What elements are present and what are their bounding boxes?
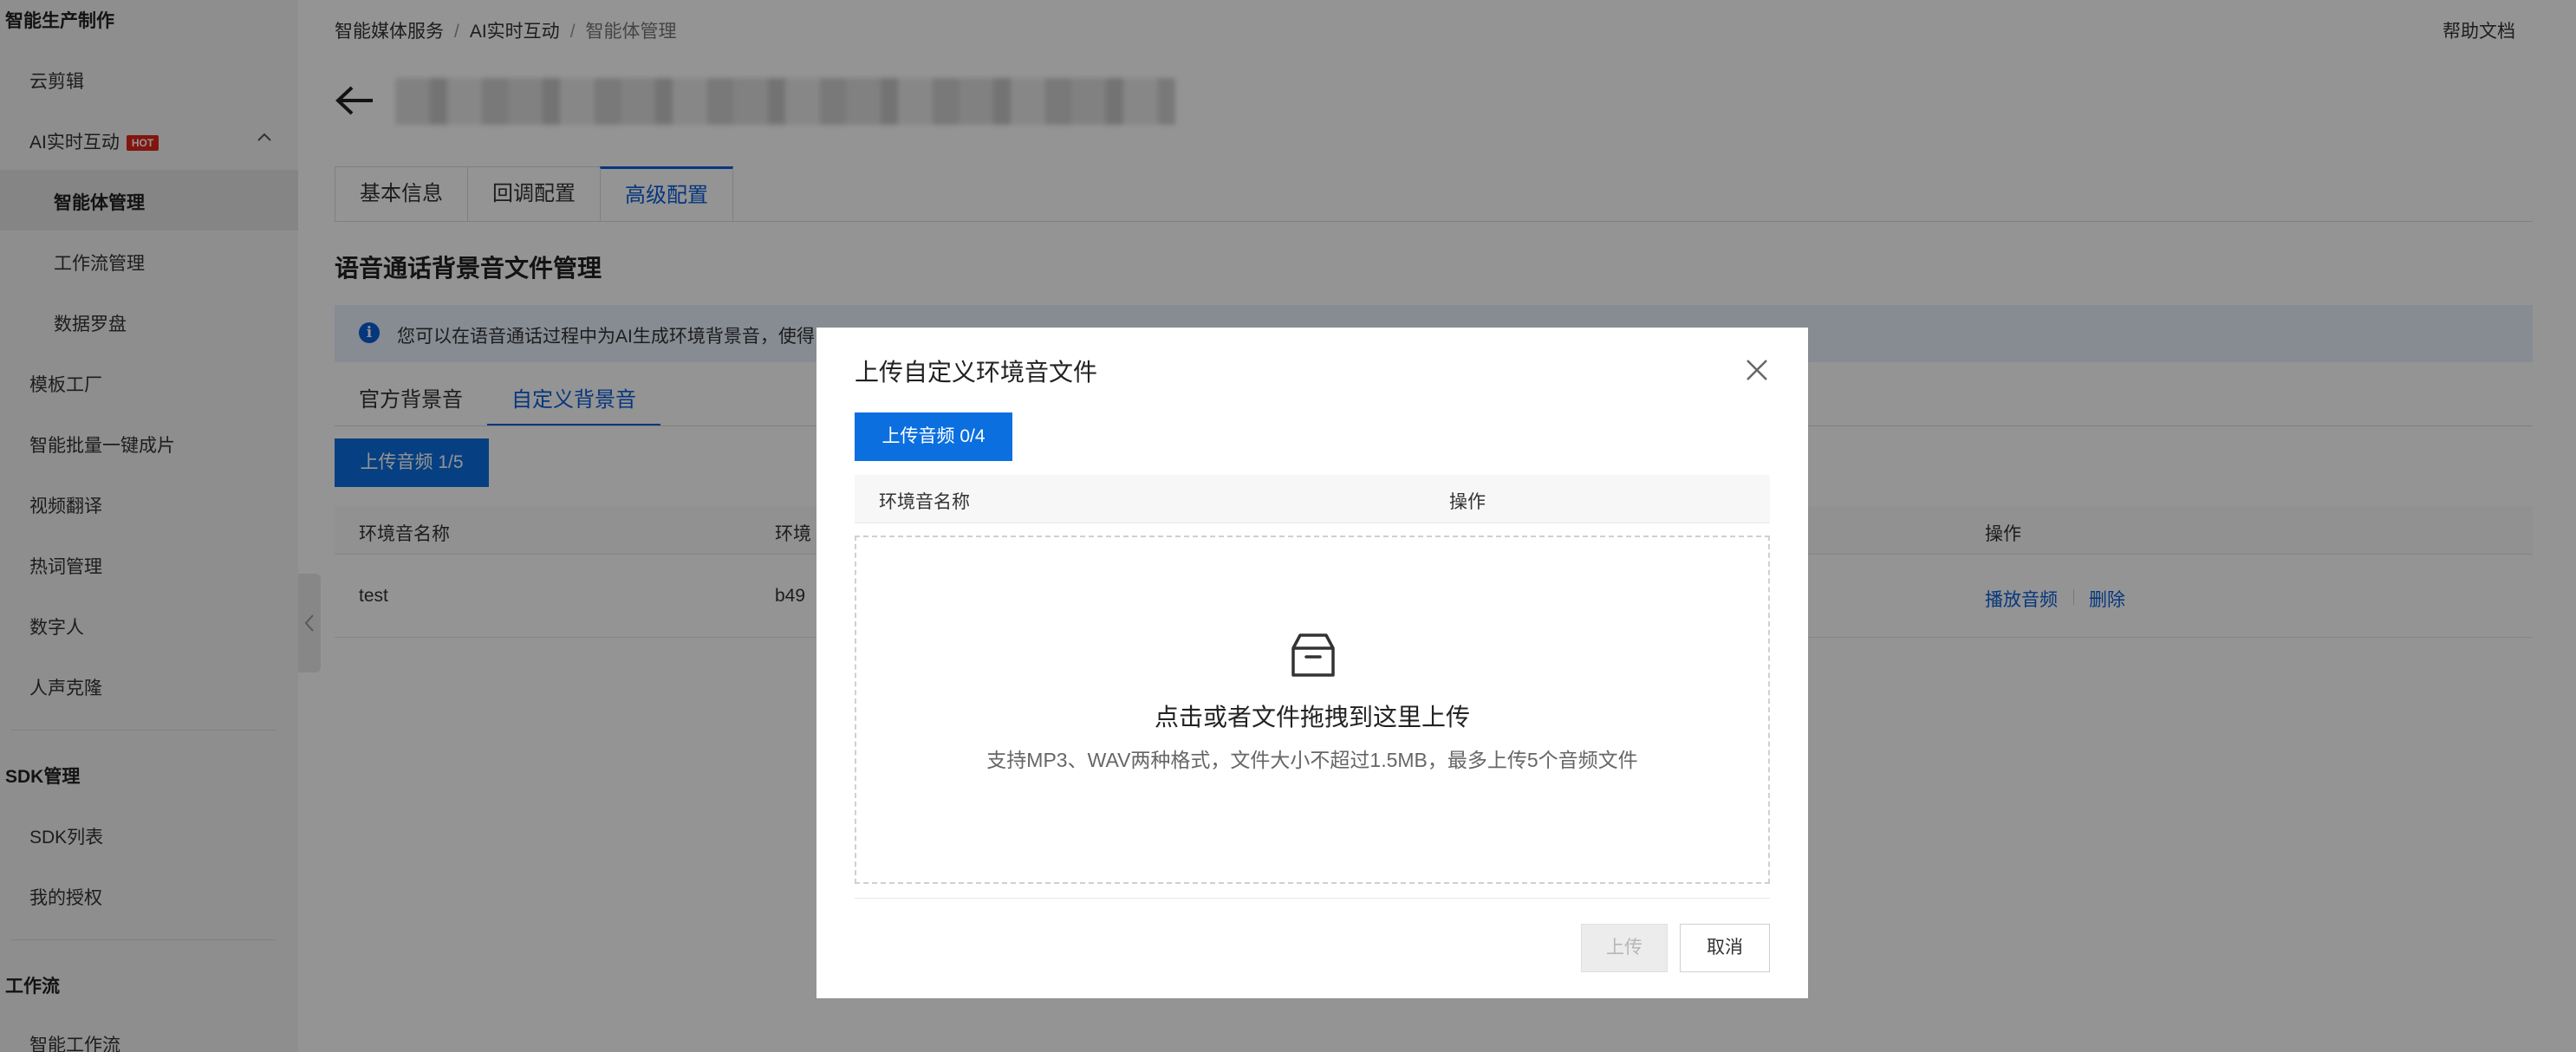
upload-dialog: 上传自定义环境音文件 上传音频 0/4 环境音名称 操作 点击或者文件拖拽到这里…: [816, 328, 1808, 998]
column-header-name: 环境音名称: [879, 492, 970, 512]
confirm-upload-button[interactable]: 上传: [1581, 924, 1668, 972]
close-icon[interactable]: [1744, 357, 1770, 383]
dialog-title: 上传自定义环境音文件: [855, 359, 1098, 386]
dropzone-title: 点击或者文件拖拽到这里上传: [1154, 704, 1470, 731]
cancel-button[interactable]: 取消: [1680, 924, 1770, 972]
column-header-actions: 操作: [1449, 492, 1486, 512]
dialog-upload-audio-button[interactable]: 上传音频 0/4: [855, 412, 1012, 461]
inbox-icon: [1291, 633, 1335, 677]
dropzone-hint: 支持MP3、WAV两种格式，文件大小不超过1.5MB，最多上传5个音频文件: [986, 749, 1638, 771]
file-dropzone[interactable]: 点击或者文件拖拽到这里上传 支持MP3、WAV两种格式，文件大小不超过1.5MB…: [855, 536, 1770, 884]
dialog-table-header: 环境音名称 操作: [855, 475, 1770, 523]
dialog-footer-divider: [855, 898, 1770, 899]
